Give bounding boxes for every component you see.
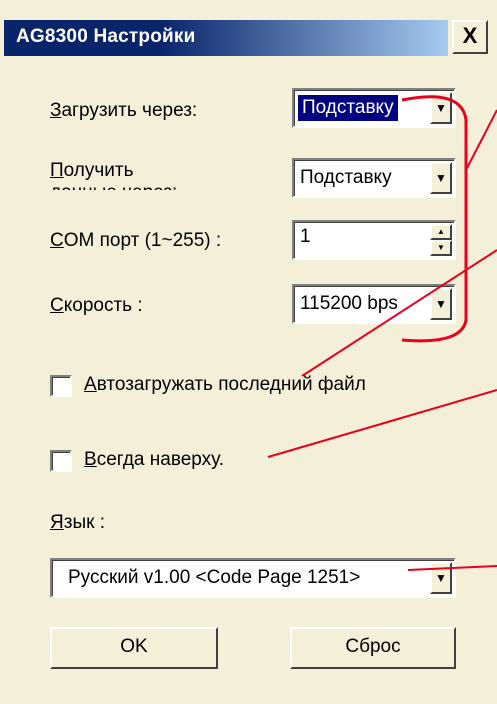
arrow-up-icon[interactable]: ▲ (430, 224, 452, 240)
always-on-top-checkbox[interactable] (50, 450, 72, 472)
receive-via-label: Получить данные через: (50, 160, 177, 190)
speed-label: Скорость : (50, 295, 143, 316)
reset-button[interactable]: Сброс (290, 627, 456, 669)
load-via-label: Загрузить через: (50, 100, 198, 121)
load-via-value: Подставку (298, 95, 398, 121)
receive-via-value: Подставку (300, 167, 392, 188)
language-value: Русский v1.00 <Code Page 1251> (68, 567, 361, 588)
always-on-top-label[interactable]: Всегда наверху. (84, 449, 224, 471)
arrow-down-icon[interactable]: ▼ (430, 240, 452, 256)
com-port-value[interactable]: 1 (300, 226, 311, 248)
autoload-checkbox[interactable] (50, 375, 72, 397)
annotation-line-on-top (267, 389, 497, 458)
window-title: AG8300 Настройки (16, 26, 196, 47)
title-bar[interactable]: AG8300 Настройки (4, 20, 448, 56)
receive-via-dropdown[interactable]: Подставку ▼ (292, 158, 456, 198)
com-port-spinner[interactable]: 1 ▲ ▼ (292, 220, 456, 260)
chevron-down-icon[interactable]: ▼ (430, 288, 452, 320)
close-button[interactable]: X (452, 20, 488, 54)
chevron-down-icon[interactable]: ▼ (430, 162, 452, 194)
speed-dropdown[interactable]: 115200 bps ▼ (292, 284, 456, 324)
language-dropdown[interactable]: Русский v1.00 <Code Page 1251> ▼ (50, 558, 456, 598)
com-port-label: COM порт (1~255) : (50, 230, 222, 251)
close-icon: X (462, 23, 478, 48)
annotation-line-bracket (465, 109, 497, 171)
autoload-label[interactable]: Автозагружать последний файл (84, 374, 366, 396)
load-via-dropdown[interactable]: Подставку ▼ (292, 88, 456, 128)
chevron-down-icon[interactable]: ▼ (430, 562, 452, 594)
chevron-down-icon[interactable]: ▼ (430, 92, 452, 124)
settings-dialog: AG8300 Настройки X Загрузить через: Подс… (0, 0, 497, 704)
speed-value: 115200 bps (300, 293, 398, 314)
ok-button[interactable]: OK (50, 627, 218, 669)
language-label: Язык : (50, 512, 105, 533)
